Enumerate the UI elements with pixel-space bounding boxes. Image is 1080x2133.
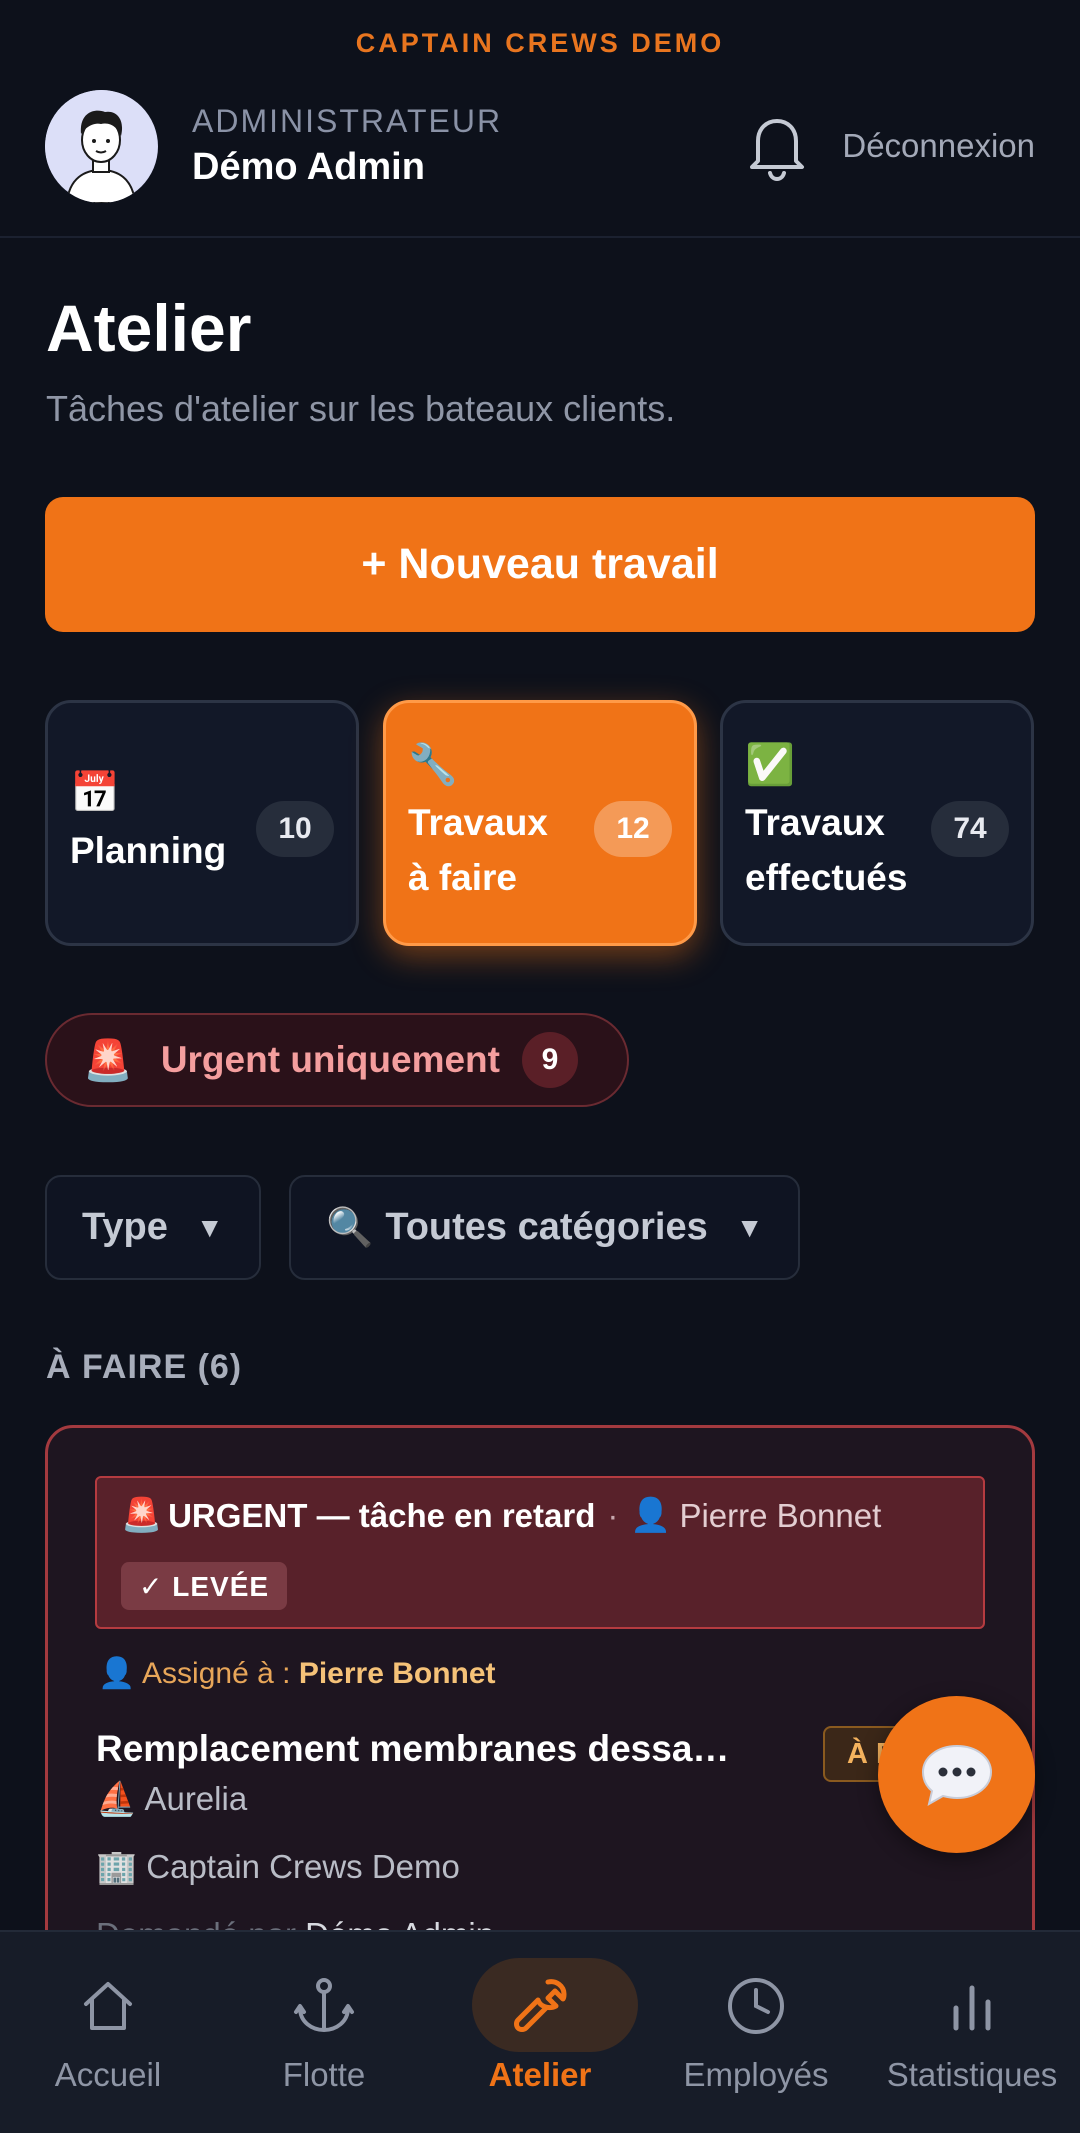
chevron-down-icon: ▼ xyxy=(735,1211,764,1243)
urgent-count: 9 xyxy=(521,1032,578,1088)
nav-statistiques[interactable]: Statistiques xyxy=(864,1956,1080,2116)
tab-count: 10 xyxy=(256,801,334,857)
tab-label: Planning xyxy=(70,830,227,871)
search-icon: 🔍 xyxy=(326,1206,374,1249)
nav-label: Atelier xyxy=(488,2056,592,2093)
chevron-down-icon: ▼ xyxy=(195,1211,224,1243)
assigned-label: Assigné à : xyxy=(142,1657,291,1690)
company-name: 🏢 Captain Crews Demo xyxy=(96,1848,460,1887)
avatar[interactable] xyxy=(45,89,158,203)
section-title: À FAIRE (6) xyxy=(46,1348,243,1386)
type-filter-dropdown[interactable]: Type ▼ xyxy=(45,1175,261,1280)
anchor-icon xyxy=(216,1956,432,2056)
clock-icon xyxy=(648,1956,864,2056)
tab-count: 12 xyxy=(594,801,672,857)
nav-flotte[interactable]: Flotte xyxy=(216,1956,432,2116)
urgent-alert-banner: 🚨 URGENT — tâche en retard · 👤 Pierre Bo… xyxy=(95,1476,985,1629)
wrench-icon xyxy=(432,1956,648,2056)
assigned-to: 👤 Assigné à : Pierre Bonnet xyxy=(98,1656,496,1691)
alert-person: Pierre Bonnet xyxy=(679,1496,882,1534)
nav-label: Employés xyxy=(683,2056,829,2093)
tab-count: 74 xyxy=(931,801,1009,857)
tab-label: Travaux xyxy=(745,802,885,843)
brand-title: CAPTAIN CREWS DEMO xyxy=(355,28,725,58)
bell-icon[interactable] xyxy=(744,111,810,182)
urgent-label: Urgent uniquement xyxy=(160,1039,500,1080)
person-icon: 👤 xyxy=(630,1496,672,1533)
alert-separator: · xyxy=(607,1496,619,1534)
home-icon xyxy=(0,1956,216,2056)
alert-text: URGENT — tâche en retard xyxy=(168,1496,596,1534)
assigned-name: Pierre Bonnet xyxy=(298,1657,496,1690)
bar-chart-icon xyxy=(864,1956,1080,2056)
boat-label: Aurelia xyxy=(144,1780,248,1817)
header: ADMINISTRATEUR Démo Admin Déconnexion xyxy=(45,88,1035,204)
page-subtitle: Tâches d'atelier sur les bateaux clients… xyxy=(46,388,676,429)
tab-planning[interactable]: 📅 Planning 10 xyxy=(45,700,359,946)
person-icon: 👤 xyxy=(98,1657,136,1690)
urgent-only-toggle[interactable]: 🚨 Urgent uniquement 9 xyxy=(45,1013,629,1107)
boat-name: ⛵ Aurelia xyxy=(96,1780,247,1819)
nav-label: Flotte xyxy=(282,2056,366,2093)
job-title[interactable]: Remplacement membranes dessa… xyxy=(96,1728,729,1770)
logout-button[interactable]: Déconnexion xyxy=(842,127,1035,165)
lifted-badge: ✓ LEVÉE xyxy=(121,1562,288,1610)
page-title: Atelier xyxy=(46,291,252,365)
chat-button[interactable] xyxy=(878,1696,1035,1853)
nav-accueil[interactable]: Accueil xyxy=(0,1956,216,2116)
check-icon: ✅ xyxy=(745,743,795,787)
tab-label-line2: effectués xyxy=(745,857,908,898)
building-icon: 🏢 xyxy=(96,1848,138,1885)
new-job-button[interactable]: + Nouveau travail xyxy=(45,497,1035,632)
sailboat-icon: ⛵ xyxy=(96,1780,138,1817)
type-filter-label: Type xyxy=(82,1206,168,1248)
bottom-nav: Accueil Flotte Atelier Employés Statisti… xyxy=(0,1930,1080,2133)
nav-label: Statistiques xyxy=(886,2056,1058,2093)
category-filter-label: Toutes catégories xyxy=(385,1206,708,1248)
siren-icon: 🚨 xyxy=(83,1038,133,1083)
user-role: ADMINISTRATEUR xyxy=(192,103,503,139)
user-name: Démo Admin xyxy=(192,146,425,188)
chat-bubble-icon xyxy=(921,1744,992,1806)
nav-label: Accueil xyxy=(54,2056,162,2093)
calendar-icon: 📅 xyxy=(70,771,120,815)
category-filter-dropdown[interactable]: 🔍 Toutes catégories ▼ xyxy=(289,1175,801,1280)
tab-done[interactable]: ✅ Travaux effectués 74 xyxy=(720,700,1034,946)
tab-todo[interactable]: 🔧 Travaux à faire 12 xyxy=(383,700,697,946)
tab-label-line2: à faire xyxy=(408,857,518,898)
header-divider xyxy=(0,236,1080,238)
wrench-icon: 🔧 xyxy=(408,743,458,787)
nav-employes[interactable]: Employés xyxy=(648,1956,864,2116)
tab-label: Travaux xyxy=(408,802,548,843)
company-label: Captain Crews Demo xyxy=(146,1848,460,1885)
siren-icon: 🚨 xyxy=(121,1496,163,1533)
nav-atelier[interactable]: Atelier xyxy=(432,1956,648,2116)
